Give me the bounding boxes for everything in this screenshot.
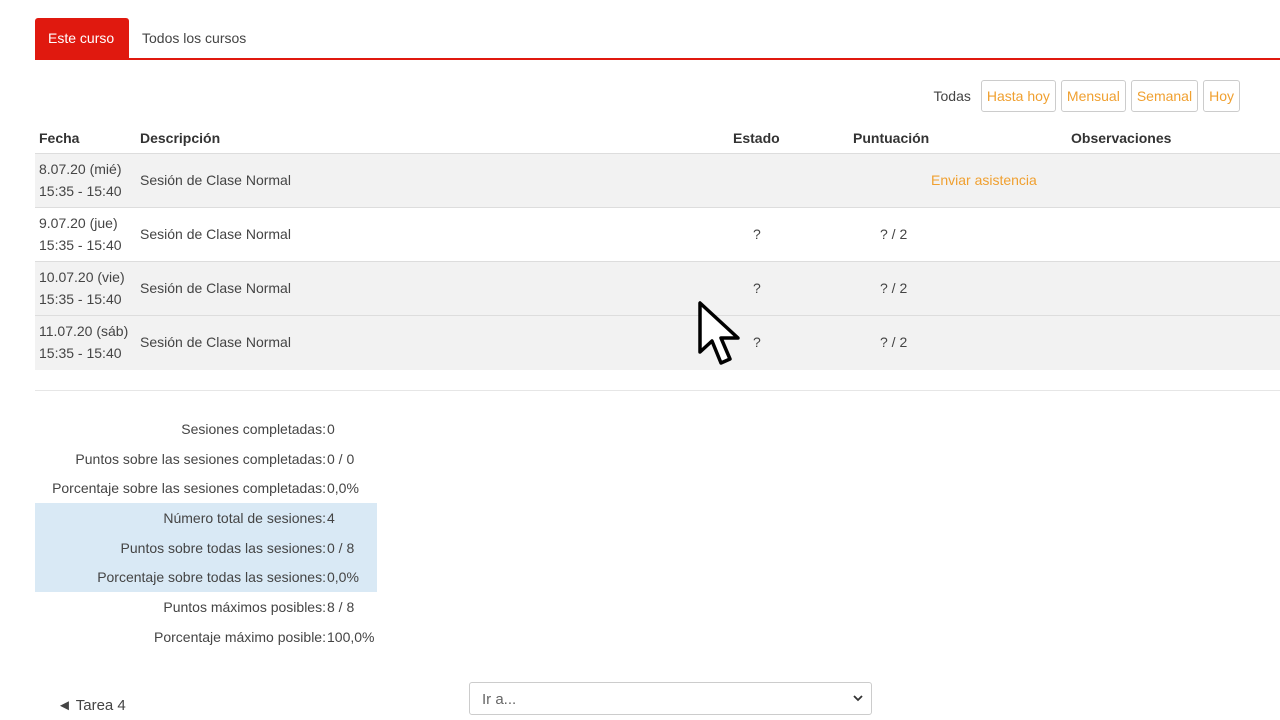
session-description: Sesión de Clase Normal bbox=[140, 280, 291, 296]
filter-until-today-button[interactable]: Hasta hoy bbox=[980, 80, 1056, 112]
column-header-date: Fecha bbox=[39, 130, 80, 146]
column-header-remarks: Observaciones bbox=[1071, 130, 1172, 146]
previous-activity-link[interactable]: ◄ Tarea 4 bbox=[57, 697, 126, 714]
session-date: 9.07.20 (jue) bbox=[39, 215, 118, 231]
column-header-description: Descripción bbox=[140, 130, 221, 146]
summary-label: Puntos sobre todas las sesiones: bbox=[120, 539, 326, 556]
session-description: Sesión de Clase Normal bbox=[140, 226, 291, 242]
session-description: Sesión de Clase Normal bbox=[140, 334, 291, 350]
summary-label: Puntos máximos posibles: bbox=[163, 599, 326, 616]
session-time: 15:35 - 15:40 bbox=[39, 345, 122, 361]
summary-row: Sesiones completadas: 0 bbox=[35, 414, 377, 444]
session-score: ? / 2 bbox=[880, 280, 908, 296]
summary-row: Porcentaje máximo posible: 100,0% bbox=[35, 622, 377, 652]
session-score: ? / 2 bbox=[880, 334, 908, 350]
filter-today-button[interactable]: Hoy bbox=[1203, 80, 1240, 112]
table-header: Fecha Descripción Estado Puntuación Obse… bbox=[35, 122, 1280, 154]
session-time: 15:35 - 15:40 bbox=[39, 237, 122, 253]
session-status: ? bbox=[753, 280, 761, 296]
summary-label: Puntos sobre las sesiones completadas: bbox=[75, 450, 326, 467]
session-status: ? bbox=[753, 226, 761, 242]
summary-value: 4 bbox=[327, 510, 335, 527]
table-row: 9.07.20 (jue) 15:35 - 15:40 Sesión de Cl… bbox=[35, 208, 1280, 262]
session-date: 11.07.20 (sáb) bbox=[39, 323, 129, 339]
summary-label: Porcentaje sobre todas las sesiones: bbox=[97, 569, 326, 586]
summary-label: Sesiones completadas: bbox=[181, 421, 326, 437]
session-status: ? bbox=[753, 334, 761, 350]
column-header-status: Estado bbox=[733, 130, 780, 146]
summary-row: Porcentaje sobre todas las sesiones: 0,0… bbox=[35, 562, 377, 593]
summary-value: 100,0% bbox=[327, 628, 375, 645]
session-time: 15:35 - 15:40 bbox=[39, 291, 122, 307]
summary-value: 0 / 0 bbox=[327, 450, 355, 467]
tab-all-courses[interactable]: Todos los cursos bbox=[129, 18, 259, 58]
attendance-table: Fecha Descripción Estado Puntuación Obse… bbox=[35, 122, 1280, 370]
summary-value: 0 / 8 bbox=[327, 539, 355, 556]
summary-row: Número total de sesiones: 4 bbox=[35, 503, 377, 533]
filter-monthly-button[interactable]: Mensual bbox=[1060, 80, 1126, 112]
summary-value: 0,0% bbox=[327, 480, 359, 497]
summary-row: Porcentaje sobre las sesiones completada… bbox=[35, 473, 377, 503]
summary-value: 0,0% bbox=[327, 569, 359, 586]
session-date: 8.07.20 (mié) bbox=[39, 161, 122, 177]
summary-row: Puntos sobre todas las sesiones: 0 / 8 bbox=[35, 532, 377, 563]
table-row: 8.07.20 (mié) 15:35 - 15:40 Sesión de Cl… bbox=[35, 154, 1280, 208]
summary-label: Número total de sesiones: bbox=[163, 510, 326, 527]
session-score: ? / 2 bbox=[880, 226, 908, 242]
attendance-summary: Sesiones completadas: 0 Puntos sobre las… bbox=[35, 414, 377, 652]
filter-weekly-button[interactable]: Semanal bbox=[1130, 80, 1199, 112]
table-row: 10.07.20 (vie) 15:35 - 15:40 Sesión de C… bbox=[35, 262, 1280, 316]
session-date: 10.07.20 (vie) bbox=[39, 269, 125, 285]
jump-to-select[interactable]: Ir a... bbox=[469, 682, 872, 715]
jump-to-placeholder: Ir a... bbox=[482, 691, 517, 708]
summary-row: Puntos máximos posibles: 8 / 8 bbox=[35, 592, 377, 622]
filter-all-label[interactable]: Todas bbox=[934, 88, 971, 104]
section-divider bbox=[35, 390, 1280, 391]
course-tabs: Este curso Todos los cursos bbox=[35, 18, 1280, 60]
summary-value: 8 / 8 bbox=[327, 599, 355, 616]
session-time: 15:35 - 15:40 bbox=[39, 183, 122, 199]
chevron-down-icon bbox=[853, 695, 863, 702]
summary-row: Puntos sobre las sesiones completadas: 0… bbox=[35, 444, 377, 474]
date-filter-bar: Todas Hasta hoy Mensual Semanal Hoy bbox=[934, 80, 1240, 112]
column-header-score: Puntuación bbox=[853, 130, 930, 146]
summary-label: Porcentaje máximo posible: bbox=[154, 628, 326, 645]
tab-this-course[interactable]: Este curso bbox=[35, 18, 129, 58]
session-description: Sesión de Clase Normal bbox=[140, 172, 291, 188]
summary-label: Porcentaje sobre las sesiones completada… bbox=[52, 480, 326, 497]
submit-attendance-link[interactable]: Enviar asistencia bbox=[931, 172, 1037, 188]
table-row: 11.07.20 (sáb) 15:35 - 15:40 Sesión de C… bbox=[35, 316, 1280, 370]
summary-value: 0 bbox=[327, 421, 335, 437]
